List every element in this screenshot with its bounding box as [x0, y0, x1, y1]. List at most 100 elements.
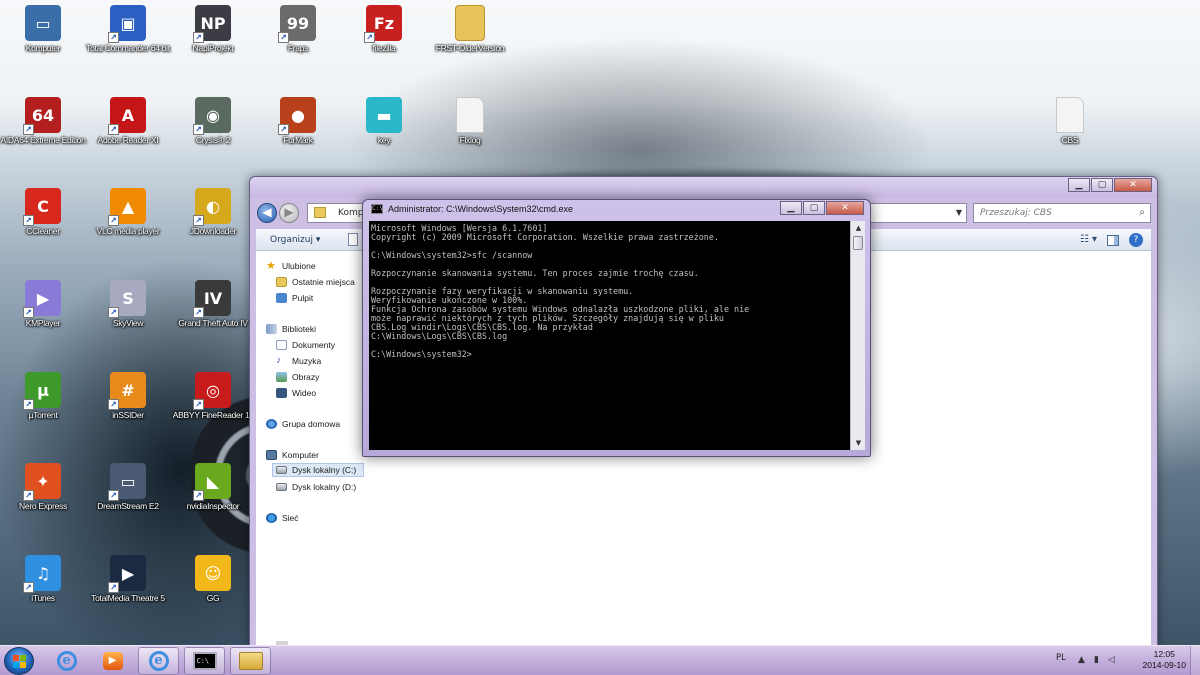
- cmd-window[interactable]: C:\ Administrator: C:\Windows\System32\c…: [362, 199, 871, 457]
- open-button-icon[interactable]: [348, 233, 358, 246]
- desktop-icon[interactable]: 64 ↗ AIDA64 Extreme Edition: [0, 97, 86, 145]
- nav-favorites[interactable]: ★ Ulubione: [266, 259, 316, 273]
- nav-homegroup[interactable]: Grupa domowa: [266, 417, 340, 431]
- nav-libraries[interactable]: Biblioteki: [266, 322, 316, 336]
- help-icon[interactable]: ?: [1129, 233, 1143, 247]
- drive-icon: [276, 483, 287, 491]
- adobe-reader-icon: A ↗: [108, 97, 146, 135]
- documents-icon: [276, 340, 287, 350]
- nav-drive-c[interactable]: Dysk lokalny (C:): [272, 463, 364, 477]
- shortcut-arrow-icon: ↗: [23, 215, 34, 226]
- desktop-icon[interactable]: ▶ ↗ KMPlayer: [0, 280, 86, 328]
- desktop-icon[interactable]: C ↗ CCleaner: [0, 188, 86, 236]
- clock[interactable]: 12:05 2014-09-10: [1143, 649, 1186, 671]
- desktop-icon-label: Grand Theft Auto IV: [178, 318, 248, 328]
- desktop-icon[interactable]: ▶ ↗ TotalMedia Theatre 5: [85, 555, 171, 603]
- desktop-icon-label: FRST-OlderVersion: [435, 43, 505, 53]
- back-button[interactable]: ◀: [257, 203, 277, 223]
- minimize-button[interactable]: ▁: [780, 201, 802, 215]
- desktop-icon[interactable]: Fz ↗ filezilla: [341, 5, 427, 53]
- minimize-button[interactable]: ▁: [1068, 178, 1090, 192]
- shortcut-arrow-icon: ↗: [23, 124, 34, 135]
- desktop-icon[interactable]: ◐ ↗ JDownloader: [170, 188, 256, 236]
- nav-drive-d[interactable]: Dysk lokalny (D:): [276, 480, 356, 494]
- desktop-icon[interactable]: ◉ ↗ Crysis® 2: [170, 97, 256, 145]
- cmd-console-output[interactable]: Microsoft Windows [Wersja 6.1.7601] Copyr…: [369, 221, 850, 450]
- nav-network[interactable]: Sieć: [266, 511, 299, 525]
- tray-expand-icon[interactable]: ▲: [1078, 655, 1085, 665]
- shortcut-arrow-icon: ↗: [108, 399, 119, 410]
- start-button[interactable]: [4, 647, 34, 675]
- taskbar-explorer-window[interactable]: [230, 647, 271, 675]
- desktop-icon[interactable]: ▭ ↗ DreamStream E2: [85, 463, 171, 511]
- desktop-icon-label: filezilla: [372, 43, 396, 53]
- scroll-thumb[interactable]: [853, 236, 863, 250]
- view-options-icon[interactable]: ☷ ▾: [1080, 232, 1097, 248]
- taskbar-ie-window[interactable]: e: [138, 647, 179, 675]
- desktop-icon[interactable]: S ↗ SkyView: [85, 280, 171, 328]
- close-button[interactable]: ✕: [1114, 178, 1152, 192]
- shortcut-arrow-icon: ↗: [108, 582, 119, 593]
- desktop-icon[interactable]: µ ↗ µTorrent: [0, 372, 86, 420]
- nav-pictures[interactable]: Obrazy: [276, 370, 319, 384]
- folder-icon: [238, 652, 263, 670]
- shortcut-arrow-icon: ↗: [108, 307, 119, 318]
- search-icon[interactable]: ⌕: [1139, 204, 1145, 222]
- scroll-up-icon[interactable]: ▲: [851, 221, 866, 235]
- maximize-button[interactable]: ▢: [1091, 178, 1113, 192]
- desktop-icon[interactable]: ◣ ↗ nvidiaInspector: [170, 463, 256, 511]
- desktop-icon[interactable]: ♫ ↗ iTunes: [0, 555, 86, 603]
- totalmedia-icon: ▶ ↗: [108, 555, 146, 593]
- nav-videos[interactable]: Wideo: [276, 386, 316, 400]
- shortcut-arrow-icon: ↗: [278, 32, 289, 43]
- search-input[interactable]: Przeszukaj: CBS ⌕: [973, 203, 1151, 223]
- desktop-icon[interactable]: IV ↗ Grand Theft Auto IV: [170, 280, 256, 328]
- cmd-icon: C:\: [371, 204, 383, 214]
- desktop-icon[interactable]: 99 ↗ Fraps: [255, 5, 341, 53]
- desktop-icon[interactable]: Fixlog: [427, 97, 513, 145]
- desktop-icon[interactable]: ▲ ↗ VLC media player: [85, 188, 171, 236]
- desktop-icon[interactable]: ▭ Komputer: [0, 5, 86, 53]
- desktop-icon[interactable]: ☺ GG: [170, 555, 256, 603]
- scroll-down-icon[interactable]: ▼: [851, 436, 866, 450]
- maximize-button[interactable]: ▢: [803, 201, 825, 215]
- desktop-icon[interactable]: A ↗ Adobe Reader XI: [85, 97, 171, 145]
- computer-icon: [266, 450, 277, 460]
- network-tray-icon[interactable]: ▮: [1094, 655, 1099, 665]
- desktop-icon[interactable]: FRST-OlderVersion: [427, 5, 513, 53]
- address-dropdown-icon[interactable]: ▼: [956, 204, 962, 222]
- taskbar-cmd-window[interactable]: C:\: [184, 647, 225, 675]
- desktop-icon[interactable]: ✦ ↗ Nero Express: [0, 463, 86, 511]
- desktop-icon[interactable]: CBS: [1027, 97, 1113, 145]
- nav-recent-places[interactable]: Ostatnie miejsca: [276, 275, 355, 289]
- inssider-icon: # ↗: [108, 372, 146, 410]
- desktop-icon[interactable]: ◎ ↗ ABBYY FineReader 11: [170, 372, 256, 420]
- nav-desktop[interactable]: Pulpit: [276, 291, 313, 305]
- show-desktop-button[interactable]: [1190, 646, 1200, 675]
- forward-button[interactable]: ▶: [279, 203, 299, 223]
- desktop-icon[interactable]: ▬ key: [341, 97, 427, 145]
- desktop-icon-label: µTorrent: [28, 410, 58, 420]
- shortcut-arrow-icon: ↗: [23, 399, 34, 410]
- taskbar-ie-pinned[interactable]: e: [46, 647, 87, 675]
- nav-computer[interactable]: Komputer: [266, 448, 319, 462]
- explorer-titlebar[interactable]: [250, 177, 1157, 197]
- furmark-icon: ● ↗: [278, 97, 316, 135]
- taskbar-media-player[interactable]: ▶: [92, 647, 133, 675]
- desktop-icon[interactable]: # ↗ inSSIDer: [85, 372, 171, 420]
- volume-tray-icon[interactable]: ◁: [1108, 655, 1115, 665]
- desktop-icon[interactable]: NP ↗ NapiProjekt: [170, 5, 256, 53]
- preview-pane-icon[interactable]: [1107, 235, 1119, 246]
- organize-button[interactable]: Organizuj ▾: [270, 229, 320, 251]
- close-button[interactable]: ✕: [826, 201, 864, 215]
- cmd-titlebar[interactable]: C:\ Administrator: C:\Windows\System32\c…: [371, 204, 573, 214]
- shortcut-arrow-icon: ↗: [108, 32, 119, 43]
- nav-music[interactable]: ♪ Muzyka: [276, 354, 321, 368]
- desktop-icon[interactable]: ● ↗ FurMark: [255, 97, 341, 145]
- cmd-icon: C:\: [192, 652, 217, 670]
- cmd-vertical-scrollbar[interactable]: ▲ ▼: [850, 221, 865, 450]
- nav-documents[interactable]: Dokumenty: [276, 338, 335, 352]
- vlc-cone-icon: ▲ ↗: [108, 188, 146, 226]
- desktop-icon[interactable]: ▣ ↗ Total Commander 64 bit: [85, 5, 171, 53]
- language-indicator[interactable]: PL: [1056, 653, 1066, 663]
